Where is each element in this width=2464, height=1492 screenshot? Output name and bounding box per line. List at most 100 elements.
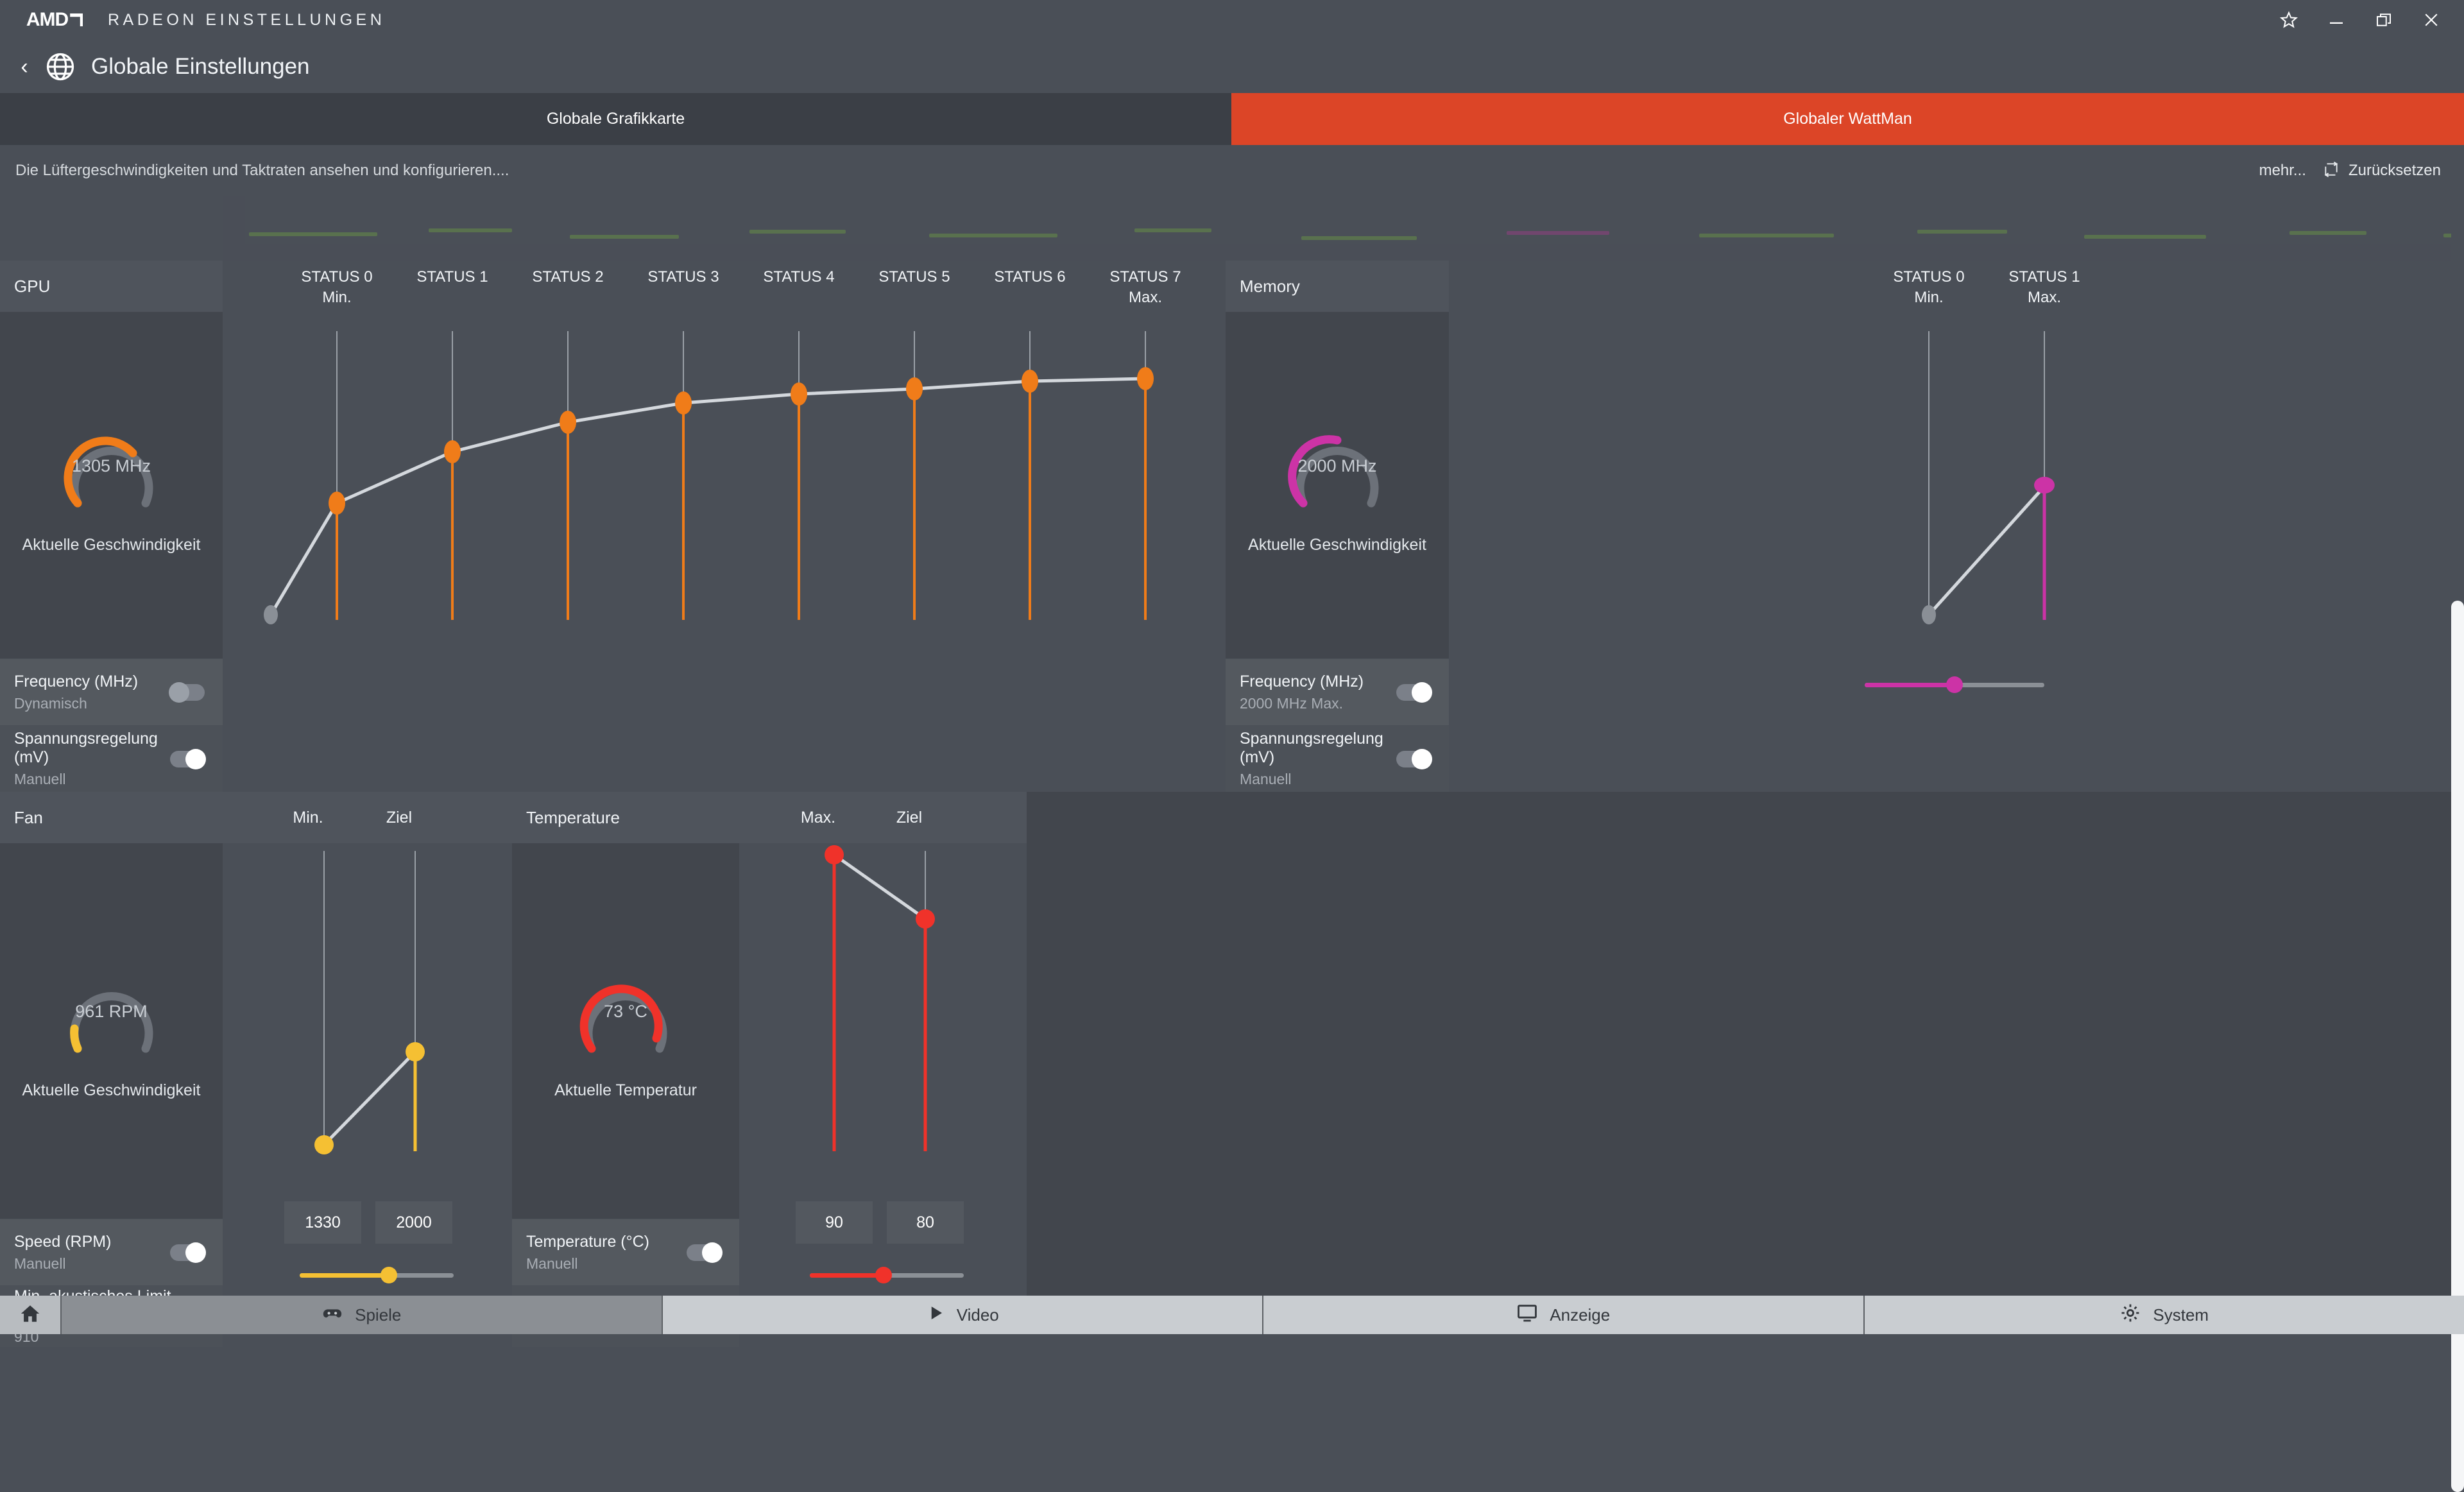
gpu-frequency-mode: Dynamisch xyxy=(14,695,138,712)
gpu-status-3-header: STATUS 3 xyxy=(626,261,741,325)
fan-value-ziel[interactable]: 2000 xyxy=(375,1201,452,1244)
close-icon[interactable] xyxy=(2408,0,2455,40)
gpu-status-7-header: STATUS 7 Max. xyxy=(1088,261,1203,325)
memory-voltage-chart[interactable] xyxy=(1449,325,2464,646)
temperature-col-header-ziel: Ziel xyxy=(861,792,957,843)
temperature-panel: Temperature 73 °C Aktuelle Temperatur Te… xyxy=(512,792,739,1296)
gpu-frequency-toggle[interactable] xyxy=(170,684,205,701)
memory-voltage-mode: Manuell xyxy=(1240,771,1396,788)
nav-item-anzeige[interactable]: Anzeige xyxy=(1262,1296,1863,1334)
temperature-label: Temperature (°C) xyxy=(526,1233,649,1251)
nav-home-button[interactable] xyxy=(0,1296,60,1334)
gpu-chart-pane: STATUS 0 Min. STATUS 1 STATUS 2 STATUS 3… xyxy=(223,261,1226,792)
memory-status-0-header: STATUS 0 Min. xyxy=(1871,261,1987,325)
back-button[interactable]: ‹ xyxy=(12,54,37,80)
memory-frequency-slider[interactable] xyxy=(1865,676,2044,693)
nav-item-spiele[interactable]: Spiele xyxy=(60,1296,662,1334)
memory-frequency-setting[interactable]: Frequency (MHz) 2000 MHz Max. xyxy=(1226,658,1449,725)
reset-button[interactable]: Zurücksetzen xyxy=(2323,161,2441,181)
temperature-mode: Manuell xyxy=(526,1255,649,1273)
vertical-scrollbar-thumb[interactable] xyxy=(2451,601,2464,1492)
home-icon xyxy=(19,1303,41,1328)
main-content: GPU 1305 MHz Aktuelle Geschwindigkeit Fr… xyxy=(0,196,2464,1296)
temperature-gauge-area: 73 °C Aktuelle Temperatur xyxy=(512,843,739,1219)
gpu-voltage-mode: Manuell xyxy=(14,771,170,788)
gpu-status-5-header: STATUS 5 xyxy=(857,261,972,325)
fan-col-header-ziel: Ziel xyxy=(351,792,447,843)
fan-speed-toggle[interactable] xyxy=(170,1244,205,1261)
page-subheader: ‹ Globale Einstellungen xyxy=(0,40,2464,93)
temperature-col-header-max: Max. xyxy=(770,792,866,843)
window-controls xyxy=(2265,0,2455,40)
temperature-gauge-caption: Aktuelle Temperatur xyxy=(554,1081,697,1100)
fan-row-filler xyxy=(1027,792,2464,1296)
info-description: Die Lüftergeschwindigkeiten und Taktrate… xyxy=(15,162,509,180)
temperature-value-max[interactable]: 90 xyxy=(796,1201,873,1244)
gpu-voltage-toggle[interactable] xyxy=(170,751,205,767)
nav-item-video[interactable]: Video xyxy=(662,1296,1263,1334)
nav-label-anzeige: Anzeige xyxy=(1550,1305,1610,1325)
fan-panel: Fan 961 RPM Aktuelle Geschwindigkeit Spe… xyxy=(0,792,223,1296)
info-actions: mehr... Zurücksetzen xyxy=(2259,145,2441,196)
restore-icon[interactable] xyxy=(2360,0,2408,40)
memory-status-1-header: STATUS 1 Max. xyxy=(1987,261,2102,325)
monitor-icon xyxy=(1516,1302,1538,1328)
gpu-gauge: 1305 MHz xyxy=(51,416,173,519)
gpu-voltage-label: Spannungsregelung (mV) xyxy=(14,730,170,767)
gamepad-icon xyxy=(321,1302,343,1328)
memory-chart-pane: STATUS 0 Min. STATUS 1 Max. xyxy=(1449,261,2464,792)
nav-label-system: System xyxy=(2153,1305,2209,1325)
fan-acoustic-limit-slider[interactable] xyxy=(300,1267,454,1283)
nav-label-spiele: Spiele xyxy=(355,1305,401,1325)
memory-voltage-label: Spannungsregelung (mV) xyxy=(1240,730,1396,767)
amd-logo: AMD xyxy=(19,10,90,30)
temperature-section-title: Temperature xyxy=(512,792,739,843)
fan-speed-label: Speed (RPM) xyxy=(14,1233,111,1251)
minimize-icon[interactable] xyxy=(2313,0,2360,40)
power-limit-slider[interactable] xyxy=(810,1267,964,1283)
tab-bar: Globale Grafikkarte Globaler WattMan xyxy=(0,93,2464,145)
vertical-scrollbar-track[interactable] xyxy=(2451,196,2464,1296)
gpu-voltage-setting[interactable]: Spannungsregelung (mV) Manuell xyxy=(0,725,223,792)
fan-temperature-row: Fan 961 RPM Aktuelle Geschwindigkeit Spe… xyxy=(0,792,2464,1296)
memory-frequency-toggle[interactable] xyxy=(1396,684,1431,701)
gpu-status-6-header: STATUS 6 xyxy=(972,261,1088,325)
memory-gauge-area: 2000 MHz Aktuelle Geschwindigkeit xyxy=(1226,312,1449,658)
globe-icon xyxy=(44,50,77,83)
memory-gauge-value: 2000 MHz xyxy=(1276,456,1398,476)
temperature-value-ziel[interactable]: 80 xyxy=(887,1201,964,1244)
more-link[interactable]: mehr... xyxy=(2259,162,2306,180)
fan-speed-mode: Manuell xyxy=(14,1255,111,1273)
gpu-status-0-header: STATUS 0 Min. xyxy=(279,261,395,325)
nav-item-system[interactable]: System xyxy=(1863,1296,2464,1334)
fan-speed-setting[interactable]: Speed (RPM) Manuell xyxy=(0,1219,223,1285)
tab-globaler-wattman[interactable]: Globaler WattMan xyxy=(1231,93,2464,145)
gpu-frequency-label: Frequency (MHz) xyxy=(14,673,138,691)
amd-arrow-icon xyxy=(70,13,83,26)
favorite-icon[interactable] xyxy=(2265,0,2313,40)
gpu-gauge-value: 1305 MHz xyxy=(51,456,173,476)
gpu-gauge-caption: Aktuelle Geschwindigkeit xyxy=(22,536,201,554)
fan-col-header-min: Min. xyxy=(260,792,356,843)
memory-gauge: 2000 MHz xyxy=(1276,416,1398,519)
info-strip: Die Lüftergeschwindigkeiten und Taktrate… xyxy=(0,145,2464,196)
temperature-gauge: 73 °C xyxy=(565,962,687,1065)
gpu-frequency-chart[interactable] xyxy=(223,325,1226,646)
fan-gauge-value: 961 RPM xyxy=(51,1002,173,1022)
memory-gauge-caption: Aktuelle Geschwindigkeit xyxy=(1248,536,1426,554)
temperature-toggle[interactable] xyxy=(687,1244,721,1261)
fan-gauge-caption: Aktuelle Geschwindigkeit xyxy=(22,1081,201,1100)
memory-voltage-setting[interactable]: Spannungsregelung (mV) Manuell xyxy=(1226,725,1449,792)
gpu-status-1-header: STATUS 1 xyxy=(395,261,510,325)
fan-section-title: Fan xyxy=(0,792,223,843)
gpu-frequency-setting[interactable]: Frequency (MHz) Dynamisch xyxy=(0,658,223,725)
fan-speed-chart[interactable] xyxy=(223,843,512,1177)
reset-label: Zurücksetzen xyxy=(2348,162,2441,180)
temperature-setting[interactable]: Temperature (°C) Manuell xyxy=(512,1219,739,1285)
memory-voltage-toggle[interactable] xyxy=(1396,751,1431,767)
play-icon xyxy=(926,1303,945,1327)
tab-globale-grafikkarte[interactable]: Globale Grafikkarte xyxy=(0,93,1231,145)
fan-value-min[interactable]: 1330 xyxy=(284,1201,361,1244)
page-title: Globale Einstellungen xyxy=(91,54,310,80)
temperature-target-chart[interactable] xyxy=(739,843,1027,1177)
